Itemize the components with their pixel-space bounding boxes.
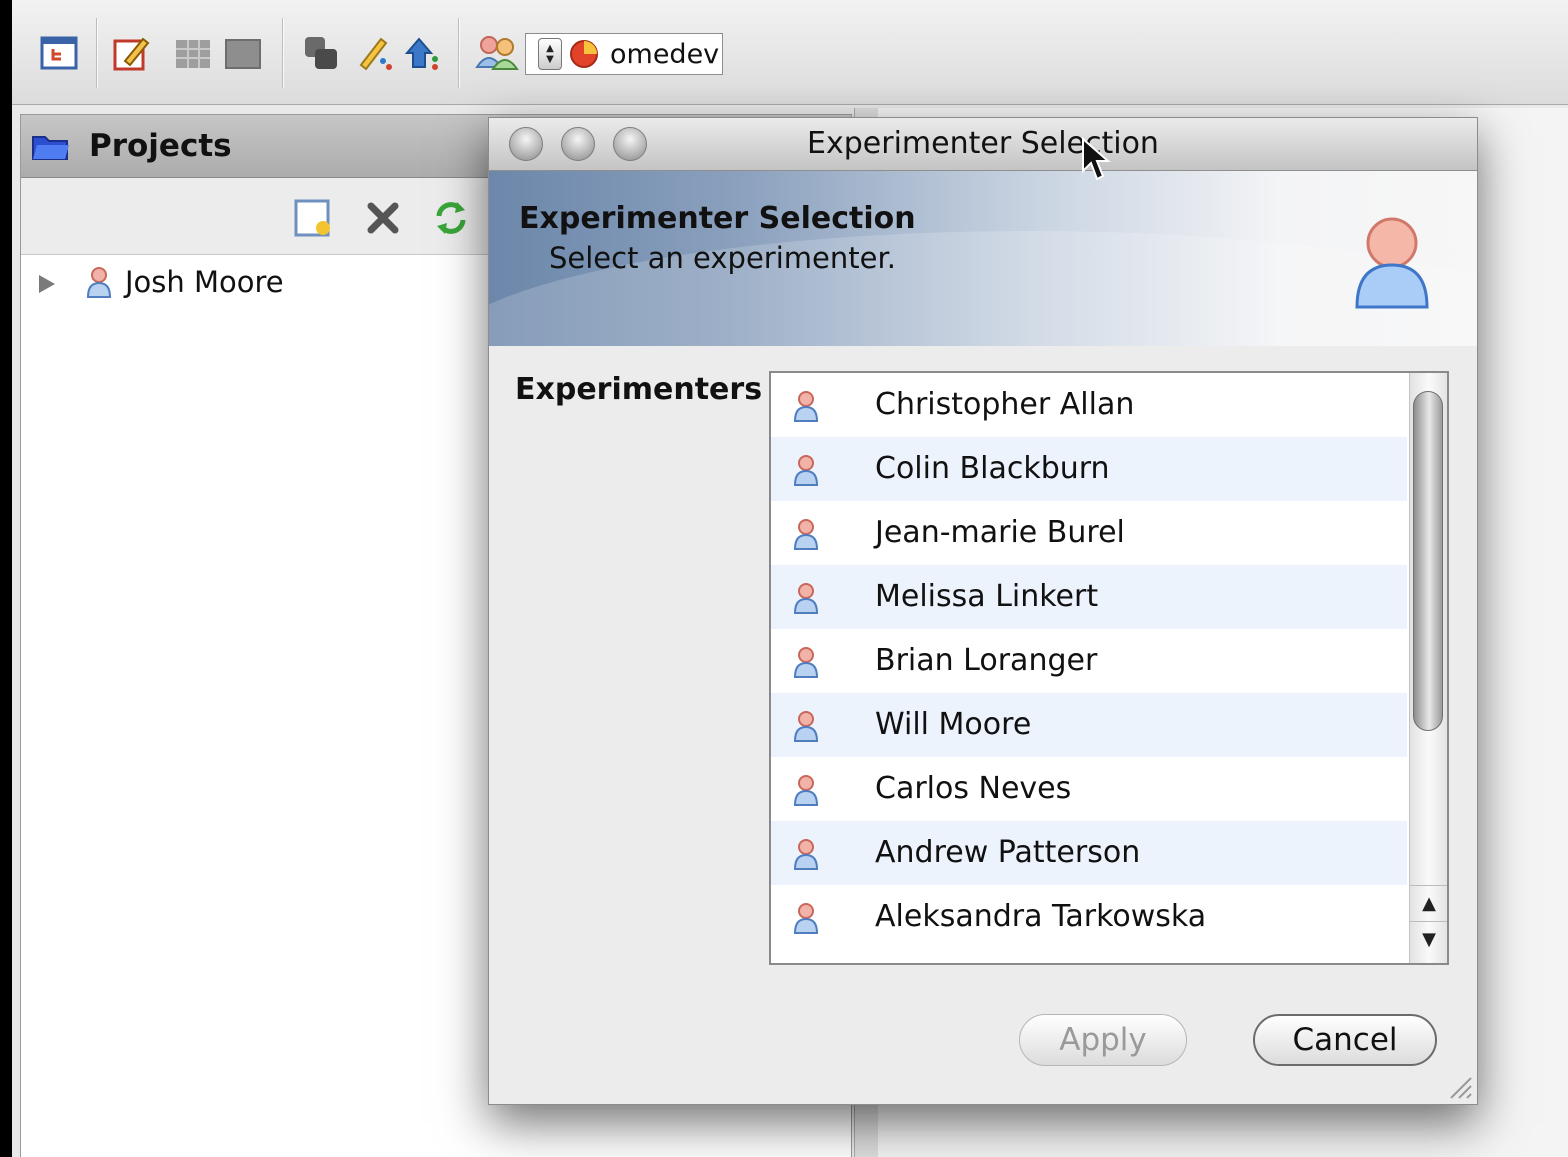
list-scrollbar[interactable]: ▲ ▼ [1409,373,1447,963]
experimenter-name: Christopher Allan [875,387,1135,422]
person-icon [793,647,819,678]
users-icon[interactable] [474,30,520,76]
delete-icon[interactable] [365,200,401,236]
list-item[interactable]: Will Moore [771,693,1407,757]
new-item-icon[interactable] [293,198,333,238]
scrollbar-thumb[interactable] [1413,391,1443,731]
folder-icon [32,136,69,160]
list-item[interactable]: Jean-marie Burel [771,501,1407,565]
experimenter-name: Brian Loranger [875,643,1098,678]
experimenter-name: Andrew Patterson [875,835,1141,870]
toolbar-separator [96,18,98,88]
annotate-icon[interactable] [108,30,154,76]
dialog-titlebar[interactable]: Experimenter Selection [489,118,1477,171]
person-icon [793,455,819,486]
stepper-icon[interactable]: ▲ ▼ [538,38,562,70]
toolbar-separator [282,18,284,88]
list-item[interactable]: Melissa Linkert [771,565,1407,629]
hierarchy-icon[interactable] [36,30,82,76]
experimenter-name: Jean-marie Burel [875,515,1125,550]
person-icon [793,519,819,550]
banner-subtitle: Select an experimenter. [549,241,896,275]
person-icon [793,583,819,614]
banner-title: Experimenter Selection [519,201,916,236]
search-icon[interactable] [298,30,344,76]
single-view-icon[interactable] [220,30,266,76]
server-status-icon [570,40,598,68]
experimenter-name: Carlos Neves [875,771,1072,806]
list-item[interactable]: Carlos Neves [771,757,1407,821]
server-selector[interactable]: ▲ ▼ omedev [525,33,723,75]
resize-grip-icon[interactable] [1447,1074,1473,1100]
experimenter-name: Colin Blackburn [875,451,1110,486]
list-item[interactable]: Colin Blackburn [771,437,1407,501]
apply-button[interactable]: Apply [1019,1014,1187,1066]
scroll-up-arrow-icon[interactable]: ▲ [1410,885,1447,920]
main-toolbar: ▲ ▼ omedev [12,0,1568,105]
person-icon [86,267,112,298]
pen-tools-icon[interactable] [350,30,396,76]
list-item[interactable]: Brian Loranger [771,629,1407,693]
experimenter-icon [1355,217,1429,309]
tree-item-label: Josh Moore [125,265,284,299]
cancel-button[interactable]: Cancel [1253,1014,1437,1066]
experimenter-list[interactable]: Christopher Allan Colin Blackburn Jean-m… [769,371,1449,965]
person-icon [793,391,819,422]
experimenter-name: Will Moore [875,707,1032,742]
scroll-down-arrow-icon[interactable]: ▼ [1410,921,1447,956]
person-icon [793,775,819,806]
experimenters-label: Experimenters [515,372,763,407]
tag-icon[interactable] [398,30,444,76]
experimenter-selection-dialog: Experimenter Selection Experimenter Sele… [488,117,1478,1105]
list-item[interactable]: Christopher Allan [771,373,1407,437]
grid-view-icon[interactable] [170,30,216,76]
person-icon [793,903,819,934]
experimenter-name: Melissa Linkert [875,579,1099,614]
expand-arrow-icon[interactable] [37,273,57,295]
server-label: omedev [610,38,720,70]
experimenter-name: Aleksandra Tarkowska [875,899,1207,934]
refresh-icon[interactable] [431,198,471,238]
projects-title: Projects [89,128,232,164]
toolbar-separator [458,18,460,88]
person-icon [793,711,819,742]
list-item[interactable]: Andrew Patterson [771,821,1407,885]
dialog-title: Experimenter Selection [807,126,1159,161]
dialog-banner: Experimenter Selection Select an experim… [489,171,1477,346]
mouse-cursor-icon [1082,137,1111,181]
person-icon [793,839,819,870]
list-item[interactable]: Aleksandra Tarkowska [771,885,1407,949]
